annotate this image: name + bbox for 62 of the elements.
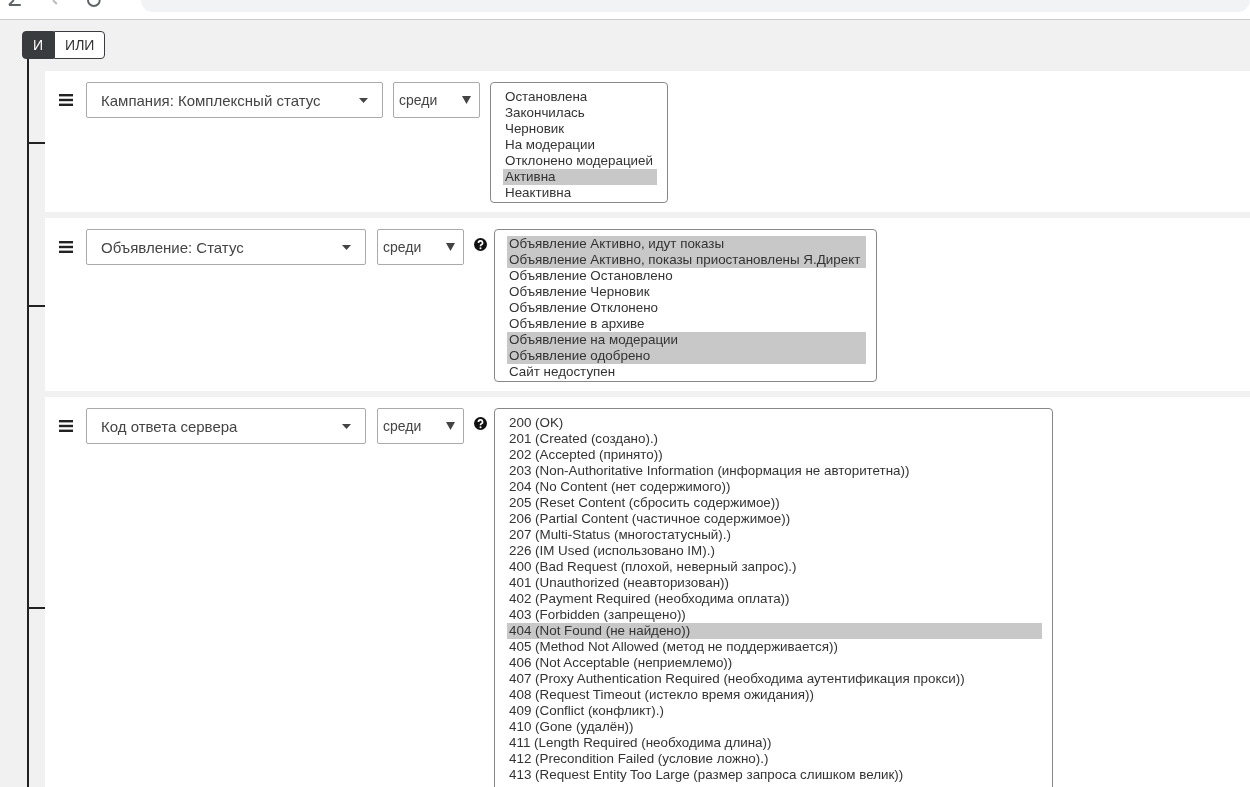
logic-toggle[interactable]: ИЛИ [54,31,106,59]
list-option[interactable]: Объявление Черновик [507,284,866,300]
caret-icon [342,244,351,250]
list-option[interactable]: 406 (Not Acceptable (неприемлемо)) [507,655,1042,671]
drag-handle-icon[interactable] [59,241,73,253]
reload-icon[interactable] [85,0,102,8]
list-option[interactable]: Остановлена [503,89,657,105]
list-option[interactable]: 400 (Bad Request (плохой, неверный запрос).) [507,559,1042,575]
list-option[interactable]: Объявление Остановлено [507,268,866,284]
caret-icon [446,243,455,251]
list-option[interactable]: 207 (Multi-Status (многостатусный).) [507,527,1042,543]
list-option[interactable]: 205 (Reset Content (сбросить содержимое)) [507,495,1042,511]
multi-select-list[interactable] [494,408,1053,787]
help-icon[interactable] [474,238,487,251]
list-option[interactable]: Объявление на модерации [507,332,866,348]
operator-select[interactable]: среди [393,82,480,118]
list-option[interactable]: 206 (Partial Content (частичное содержимое)) [507,511,1042,527]
list-option[interactable]: 402 (Payment Required (необходима оплата)) [507,591,1042,607]
list-option[interactable]: 403 (Forbidden (запрещено)) [507,607,1042,623]
list-option[interactable]: Объявление в архиве [507,316,866,332]
list-option[interactable]: Отклонено модерацией [503,153,657,169]
operator-select[interactable]: среди [377,229,464,265]
caret-icon [359,97,368,103]
list-option[interactable]: Закончилась [503,105,657,121]
list-option[interactable]: Объявление Отклонено [507,300,866,316]
field-select[interactable]: Объявление: Статус [86,229,366,265]
list-option[interactable]: 412 (Precondition Failed (условие ложно).) [507,751,1042,767]
list-option[interactable]: 200 (OK) [507,415,1042,431]
list-option[interactable]: На модерации [503,137,657,153]
list-option[interactable]: 410 (Gone (удалён)) [507,719,1042,735]
caret-icon [342,423,351,429]
list-option[interactable]: 407 (Proxy Authentication Required (необходима аутентификация прокси)) [507,671,1042,687]
list-option[interactable]: 411 (Length Required (необходима длина)) [507,735,1042,751]
multi-select-list[interactable] [494,229,877,382]
list-option[interactable]: 404 (Not Found (не найдено)) [507,623,1042,639]
field-select[interactable]: Код ответа сервера [86,408,366,444]
caret-icon [462,96,471,104]
list-option[interactable]: 203 (Non-Authoritative Information (информация не авторитетна)) [507,463,1042,479]
list-option[interactable]: Сайт недоступен [507,364,866,380]
operator-select[interactable]: среди [377,408,464,444]
list-option[interactable]: 409 (Conflict (конфликт).) [507,703,1042,719]
drag-handle-icon[interactable] [59,420,73,432]
list-option[interactable]: 201 (Created (создано).) [507,431,1042,447]
caret-icon [446,422,455,430]
list-option[interactable]: 413 (Request Entity Too Large (размер запроса слишком велик)) [507,767,1042,783]
list-option[interactable]: 204 (No Content (нет содержимого)) [507,479,1042,495]
list-option[interactable]: Объявление Активно, идут показы [507,236,866,252]
list-option[interactable]: Неактивна [503,185,657,201]
list-option[interactable]: 405 (Method Not Allowed (метод не поддерживается)) [507,639,1042,655]
list-option[interactable]: 408 (Request Timeout (истекло время ожидания)) [507,687,1042,703]
list-option[interactable]: Черновик [503,121,657,137]
field-select[interactable]: Кампания: Комплексный статус [86,82,383,118]
help-icon[interactable] [474,417,487,430]
list-option[interactable]: 202 (Accepted (принято)) [507,447,1042,463]
drag-handle-icon[interactable] [59,94,73,106]
list-option[interactable]: Активна [503,169,657,185]
list-option[interactable]: Объявление одобрено [507,348,866,364]
list-option[interactable]: 401 (Unauthorized (неавторизован)) [507,575,1042,591]
multi-select-list[interactable]: Остановлена Закончилась Черновик На модерации Отклонено модерацией Активна Неактивна [490,82,668,203]
list-option[interactable]: Объявление Активно, показы приостановлены Я.Директ [507,252,866,268]
logic-toggle[interactable]: И [22,31,55,59]
list-option[interactable]: 226 (IM Used (использовано IM).) [507,543,1042,559]
